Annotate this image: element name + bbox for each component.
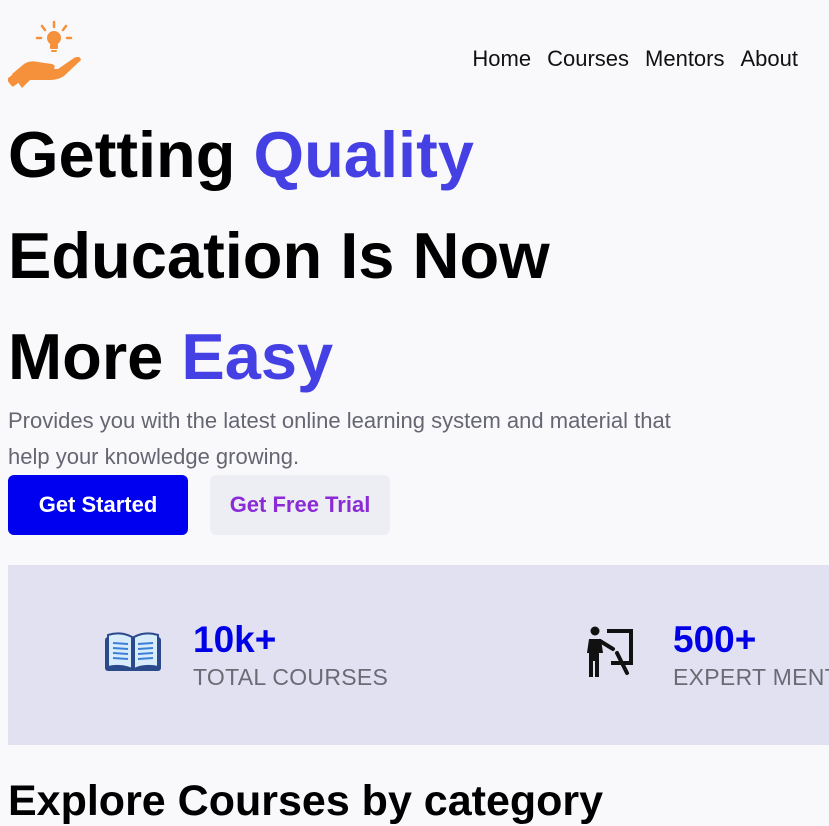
hero-line1-text: Getting	[8, 118, 254, 191]
nav-mentors[interactable]: Mentors	[645, 46, 724, 72]
main-nav: Home Courses Mentors About	[472, 46, 798, 72]
hero-line1: Getting Quality	[8, 118, 474, 191]
hero-subtitle: Provides you with the latest online lear…	[8, 408, 671, 469]
stat-text: 500+ EXPERT MENTORS	[673, 617, 829, 691]
stats-band: 10k+ TOTAL COURSES 500+ EXPERT MENTORS	[8, 565, 829, 745]
teacher-board-icon	[587, 626, 633, 677]
hero-title: Getting Quality Education Is Now More Ea…	[8, 104, 550, 407]
hero-accent-easy: Easy	[181, 320, 334, 393]
get-free-trial-button[interactable]: Get Free Trial	[210, 475, 390, 535]
stat-text: 10k+ TOTAL COURSES	[193, 617, 388, 691]
open-book-icon	[105, 632, 161, 671]
stat-value-courses: 10k+	[193, 619, 277, 660]
nav-courses[interactable]: Courses	[547, 46, 629, 72]
stat-expert-mentors: 500+ EXPERT MENTORS	[583, 617, 829, 691]
hand-lightbulb-icon[interactable]	[8, 18, 84, 94]
explore-courses-heading: Explore Courses by category	[8, 777, 604, 825]
hero-line2: Education Is Now	[8, 219, 550, 292]
stat-label-mentors: EXPERT MENTORS	[673, 664, 829, 690]
nav-about[interactable]: About	[741, 46, 799, 72]
hero-line3-text: More	[8, 320, 182, 393]
stat-label-courses: TOTAL COURSES	[193, 664, 389, 690]
hero-accent-quality: Quality	[253, 118, 474, 191]
get-started-button[interactable]: Get Started	[8, 475, 188, 535]
stat-value-mentors: 500+	[673, 619, 757, 660]
stat-total-courses: 10k+ TOTAL COURSES	[103, 617, 388, 691]
hero-line3: More Easy	[8, 320, 333, 393]
nav-home[interactable]: Home	[472, 46, 531, 72]
